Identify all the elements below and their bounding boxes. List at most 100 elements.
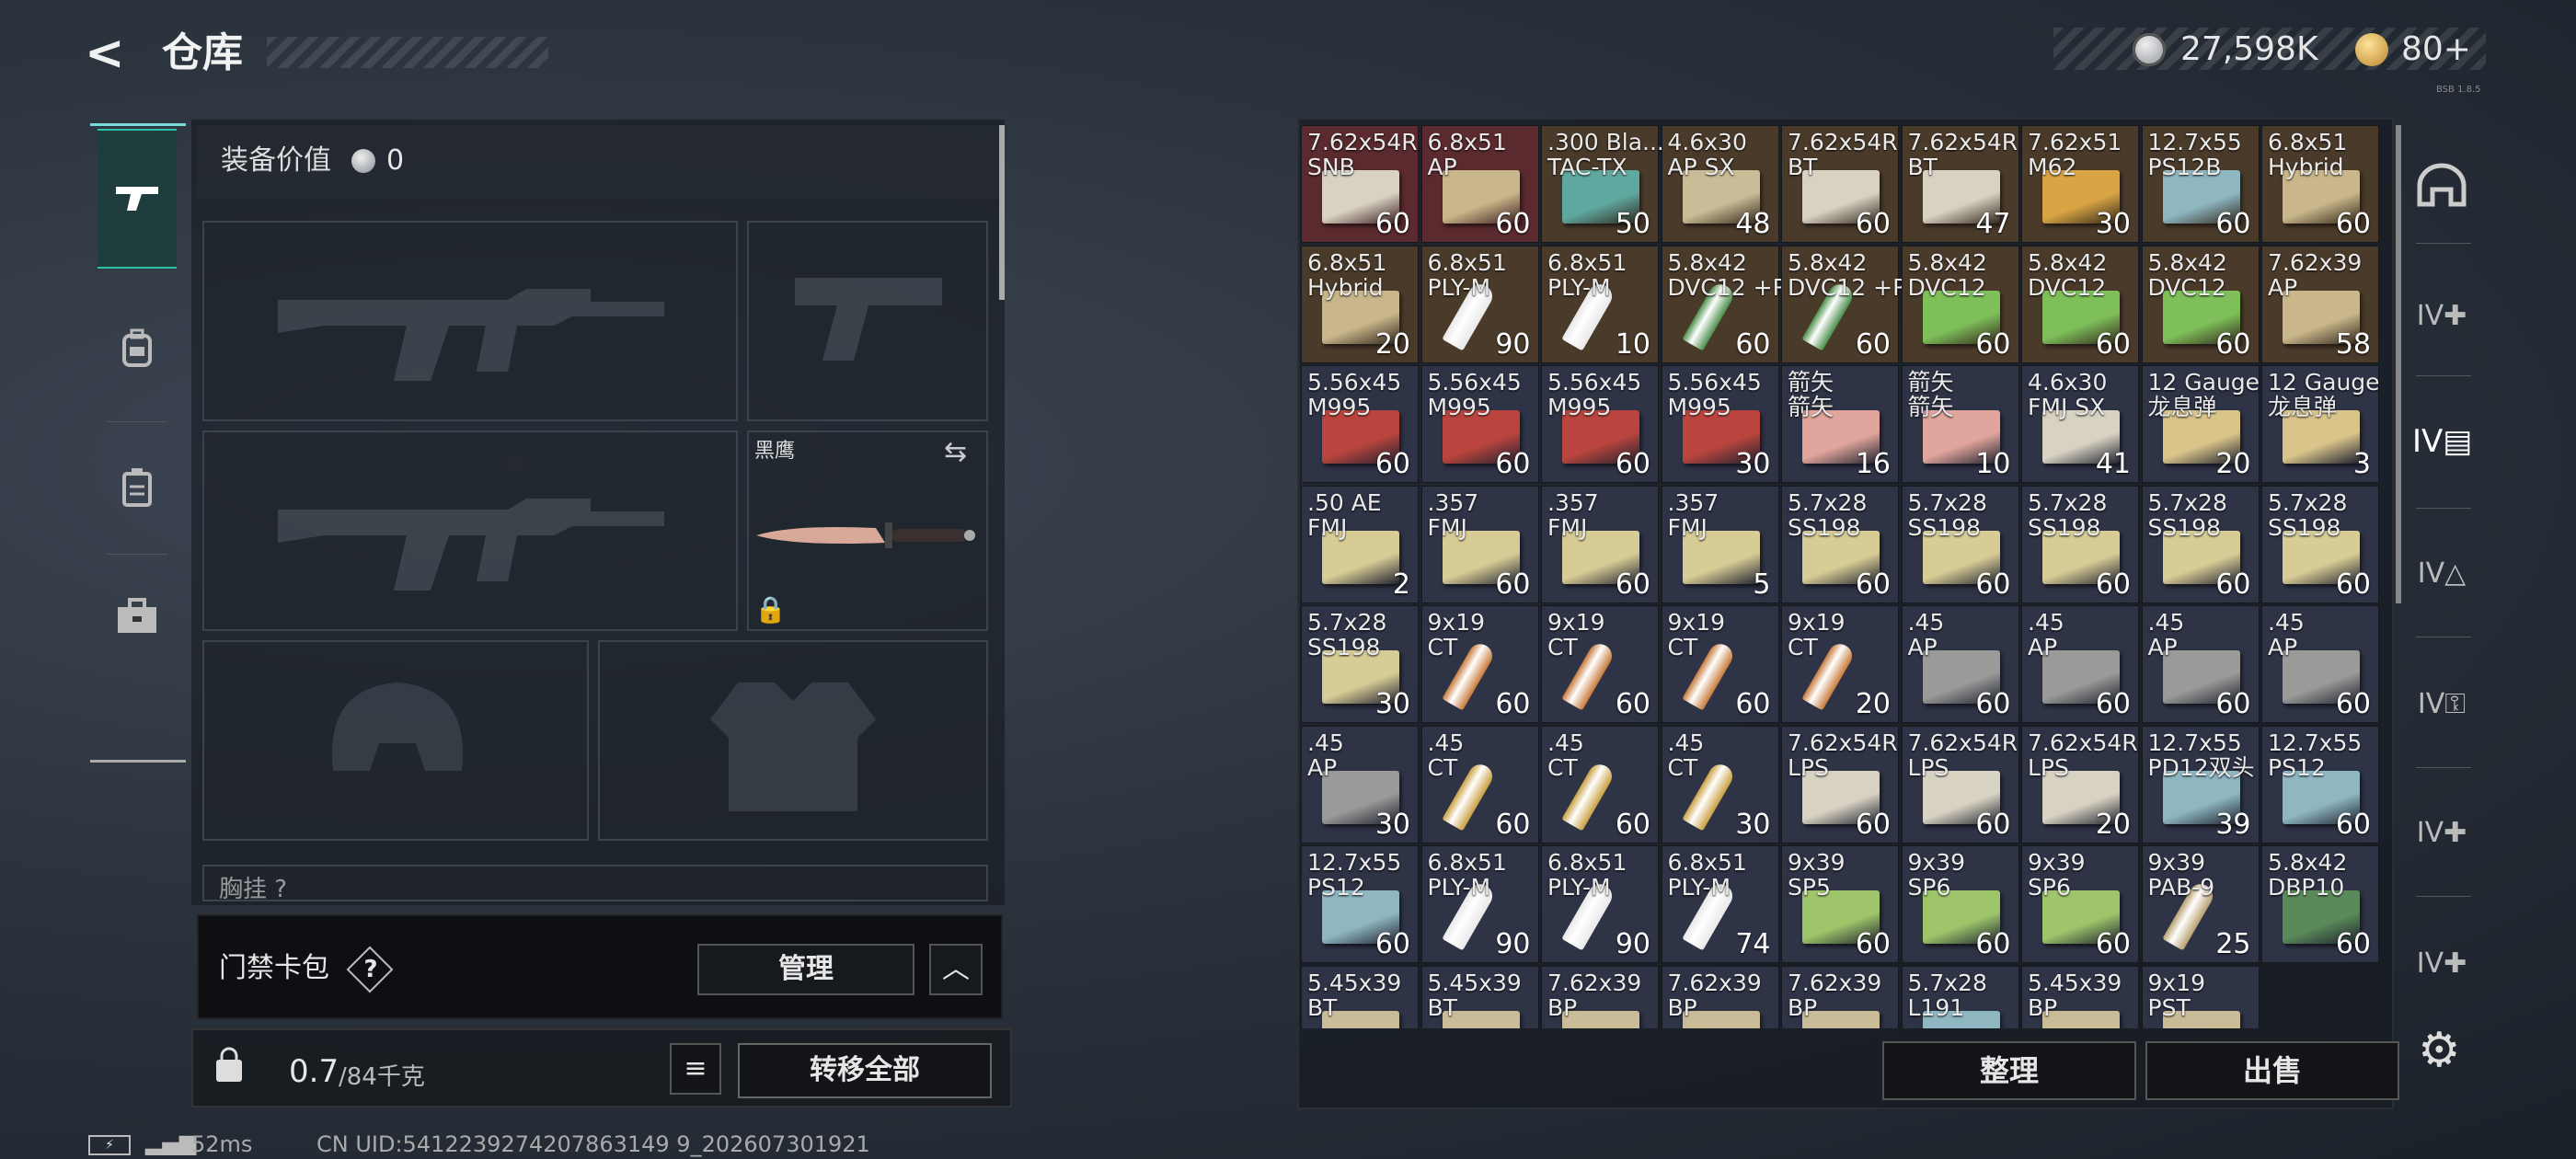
inventory-item[interactable]: 9x39 SP6 60: [2021, 845, 2139, 963]
inventory-item[interactable]: 9x19 CT 60: [1541, 605, 1659, 723]
back-arrow-icon[interactable]: <: [85, 28, 136, 79]
inventory-item[interactable]: 7.62x39 AP 58: [2261, 245, 2379, 363]
inventory-item[interactable]: 7.62x39 BP: [1781, 965, 1899, 1028]
inventory-item[interactable]: 5.7x28 SS198 60: [1901, 485, 2019, 603]
weapon-icon[interactable]: [98, 129, 177, 269]
inventory-item[interactable]: 12.7x55 PD12双头 39: [2141, 725, 2260, 843]
iv-medkit-icon[interactable]: IV✚: [2412, 287, 2471, 346]
inventory-item[interactable]: 7.62x54R SNB 60: [1301, 125, 1419, 243]
inventory-item[interactable]: 5.45x39 BT: [1301, 965, 1419, 1028]
inventory-item[interactable]: 9x39 SP6 60: [1901, 845, 2019, 963]
swap-icon[interactable]: ⇆: [944, 436, 967, 468]
inventory-item[interactable]: 5.8x42 DVC12 +P 60: [1661, 245, 1787, 363]
inventory-item[interactable]: 7.62x54R LPS 20: [2021, 725, 2139, 843]
inventory-item[interactable]: 7.62x54R BT 60: [1781, 125, 1899, 243]
inventory-item[interactable]: .45 AP 60: [1901, 605, 2019, 723]
inventory-item[interactable]: .45 CT 60: [1541, 725, 1659, 843]
inventory-item[interactable]: 箭矢 箭矢 16: [1781, 365, 1899, 483]
inventory-item[interactable]: .45 AP 30: [1301, 725, 1419, 843]
inventory-item[interactable]: 9x39 SP5 60: [1781, 845, 1899, 963]
inventory-item[interactable]: 5.8x42 DBP10 60: [2261, 845, 2379, 963]
inventory-item[interactable]: 7.62x39 BP: [1541, 965, 1659, 1028]
toolbox-icon[interactable]: [98, 570, 177, 662]
inventory-item[interactable]: 9x19 CT 20: [1781, 605, 1899, 723]
iv-medkit-2-icon[interactable]: IV✚: [2412, 804, 2471, 863]
inventory-item[interactable]: .357 FMJ 60: [1420, 485, 1539, 603]
inventory-item[interactable]: 9x19 CT 60: [1420, 605, 1539, 723]
inventory-item[interactable]: 7.62x51 M62 30: [2021, 125, 2139, 243]
helmet-slot-icon[interactable]: [2412, 162, 2471, 221]
inventory-item[interactable]: 7.62x54R BT 47: [1901, 125, 2019, 243]
inventory-item[interactable]: 6.8x51 PLY-M 10: [1541, 245, 1659, 363]
inventory-item[interactable]: .357 FMJ 5: [1661, 485, 1779, 603]
sort-button[interactable]: 整理: [1882, 1041, 2136, 1100]
primary-weapon-slot[interactable]: [202, 221, 738, 421]
inventory-item[interactable]: .45 CT 60: [1420, 725, 1539, 843]
inventory-item[interactable]: 6.8x51 PLY-M 90: [1420, 845, 1539, 963]
inventory-item[interactable]: 4.6x30 AP SX 48: [1661, 125, 1779, 243]
inventory-item[interactable]: 12.7x55 PS12B 60: [2141, 125, 2260, 243]
inventory-item[interactable]: 箭矢 箭矢 10: [1901, 365, 2019, 483]
inventory-item[interactable]: .45 CT 30: [1661, 725, 1779, 843]
inventory-item[interactable]: 5.45x39 BP: [2021, 965, 2139, 1028]
chevron-up-icon[interactable]: ︿: [929, 944, 983, 995]
helmet-slot[interactable]: [202, 640, 589, 841]
transfer-all-button[interactable]: 转移全部: [738, 1043, 992, 1098]
inventory-item[interactable]: 5.56x45 M995 60: [1420, 365, 1539, 483]
inventory-item[interactable]: 6.8x51 Hybrid 20: [1301, 245, 1419, 363]
inventory-item[interactable]: 7.62x54R LPS 60: [1781, 725, 1899, 843]
inventory-item[interactable]: 6.8x51 PLY-M 74: [1661, 845, 1779, 963]
secondary-weapon-slot[interactable]: [202, 430, 738, 631]
inventory-item[interactable]: 9x19 PST: [2141, 965, 2260, 1028]
armor-slot[interactable]: [598, 640, 988, 841]
inventory-item[interactable]: 5.8x42 DVC12 60: [2021, 245, 2139, 363]
iv-medkit-3-icon[interactable]: IV✚: [2412, 935, 2471, 993]
inventory-item[interactable]: 9x39 PAB-9 25: [2141, 845, 2260, 963]
list-icon[interactable]: ≡: [670, 1043, 721, 1095]
manage-button[interactable]: 管理: [697, 944, 914, 995]
gear-icon[interactable]: ⚙: [2418, 1023, 2461, 1078]
inventory-item[interactable]: 5.8x42 DVC12 60: [2141, 245, 2260, 363]
inventory-item[interactable]: 12.7x55 PS12 60: [1301, 845, 1419, 963]
inventory-item[interactable]: .50 AE FMJ 2: [1301, 485, 1419, 603]
inventory-item[interactable]: 5.7x28 SS198 60: [1781, 485, 1899, 603]
vest-icon[interactable]: [98, 442, 177, 534]
scrollbar[interactable]: [2396, 125, 2401, 603]
inventory-item[interactable]: .45 AP 60: [2261, 605, 2379, 723]
inventory-item[interactable]: 6.8x51 PLY-M 90: [1541, 845, 1659, 963]
inventory-item[interactable]: .357 FMJ 60: [1541, 485, 1659, 603]
inventory-item[interactable]: 6.8x51 Hybrid 60: [2261, 125, 2379, 243]
inventory-item[interactable]: 7.62x39 BP: [1661, 965, 1779, 1028]
inventory-item[interactable]: 7.62x54R LPS 60: [1901, 725, 2019, 843]
inventory-item[interactable]: .300 Bla... TAC-TX 50: [1541, 125, 1664, 243]
inventory-item[interactable]: 12.7x55 PS12 60: [2261, 725, 2379, 843]
inventory-item[interactable]: 6.8x51 AP 60: [1420, 125, 1539, 243]
inventory-item[interactable]: 12 Gauge 龙息弹 3: [2261, 365, 2380, 483]
iv-folder-icon[interactable]: IV▤: [2412, 412, 2472, 471]
inventory-item[interactable]: 5.56x45 M995 60: [1541, 365, 1659, 483]
iv-triangle-icon[interactable]: IV△: [2412, 545, 2471, 603]
inventory-item[interactable]: 4.6x30 FMJ SX 41: [2021, 365, 2139, 483]
inventory-item[interactable]: 5.7x28 SS198 30: [1301, 605, 1419, 723]
inventory-item[interactable]: 5.7x28 SS198 60: [2021, 485, 2139, 603]
scrollbar[interactable]: [999, 125, 1005, 300]
help-icon[interactable]: ?: [357, 949, 385, 990]
chest-rig-slot[interactable]: [202, 865, 988, 901]
sell-button[interactable]: 出售: [2145, 1041, 2399, 1100]
iv-key-icon[interactable]: IV⚿: [2412, 675, 2471, 734]
inventory-item[interactable]: 12 Gauge 龙息弹 20: [2141, 365, 2260, 483]
inventory-item[interactable]: .45 AP 60: [2141, 605, 2260, 723]
inventory-item[interactable]: 5.8x42 DVC12 +P 60: [1781, 245, 1906, 363]
pistol-slot[interactable]: [747, 221, 988, 421]
gold-amount[interactable]: 80+: [2401, 28, 2471, 72]
inventory-item[interactable]: 5.7x28 L191: [1901, 965, 2019, 1028]
inventory-item[interactable]: 5.7x28 SS198 60: [2141, 485, 2260, 603]
inventory-item[interactable]: 9x19 CT 60: [1661, 605, 1779, 723]
inventory-item[interactable]: 5.56x45 M995 30: [1661, 365, 1779, 483]
inventory-item[interactable]: 6.8x51 PLY-M 90: [1420, 245, 1539, 363]
inventory-item[interactable]: 5.45x39 BT: [1420, 965, 1539, 1028]
inventory-item[interactable]: 5.7x28 SS198 60: [2261, 485, 2379, 603]
inventory-item[interactable]: 5.8x42 DVC12 60: [1901, 245, 2019, 363]
inventory-item[interactable]: 5.56x45 M995 60: [1301, 365, 1419, 483]
inventory-item[interactable]: .45 AP 60: [2021, 605, 2139, 723]
